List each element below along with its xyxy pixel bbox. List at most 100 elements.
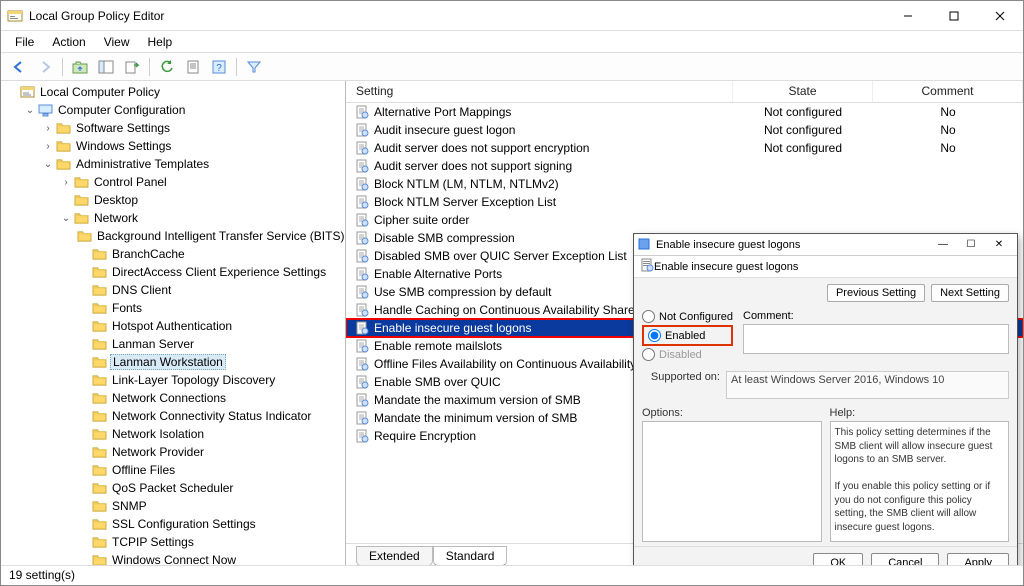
tree-item[interactable]: › Software Settings <box>1 119 345 137</box>
maximize-button[interactable] <box>931 1 977 31</box>
setting-row[interactable]: Block NTLM (LM, NTLM, NTLMv2) <box>346 175 1023 193</box>
minimize-button[interactable] <box>885 1 931 31</box>
policy-icon <box>354 176 370 192</box>
menu-help[interactable]: Help <box>140 33 181 51</box>
show-hide-console-tree-button[interactable] <box>94 56 118 78</box>
menu-view[interactable]: View <box>96 33 138 51</box>
next-setting-button[interactable]: Next Setting <box>931 284 1009 302</box>
svg-text:?: ? <box>216 63 222 74</box>
tree-item[interactable]: Network Connectivity Status Indicator <box>1 407 345 425</box>
folder-icon <box>91 426 107 442</box>
tree-item[interactable]: Fonts <box>1 299 345 317</box>
tree-item-label: Software Settings <box>74 121 172 135</box>
tree-item[interactable]: Desktop <box>1 191 345 209</box>
tree-item[interactable]: Lanman Workstation <box>1 353 345 371</box>
column-header-comment[interactable]: Comment <box>873 81 1023 102</box>
tree-item[interactable]: ⌄Administrative Templates <box>1 155 345 173</box>
setting-row[interactable]: Audit server does not support encryption… <box>346 139 1023 157</box>
export-list-button[interactable] <box>120 56 144 78</box>
dialog-buttons: OK Cancel Apply <box>634 546 1017 565</box>
dialog-header-text: Enable insecure guest logons <box>654 261 798 273</box>
policy-icon <box>354 284 370 300</box>
tree-item[interactable]: Hotspot Authentication <box>1 317 345 335</box>
tree-item[interactable]: Lanman Server <box>1 335 345 353</box>
setting-row[interactable]: Audit server does not support signing <box>346 157 1023 175</box>
tree-item[interactable]: SSL Configuration Settings <box>1 515 345 533</box>
setting-row[interactable]: Audit insecure guest logonNot configured… <box>346 121 1023 139</box>
tree-item[interactable]: SNMP <box>1 497 345 515</box>
comment-field[interactable] <box>743 324 1009 354</box>
chevron-right-icon[interactable]: › <box>41 123 55 134</box>
menu-file[interactable]: File <box>7 33 42 51</box>
column-header-setting[interactable]: Setting <box>346 81 733 102</box>
policy-icon <box>354 392 370 408</box>
back-button[interactable] <box>7 56 31 78</box>
tree-item[interactable]: DNS Client <box>1 281 345 299</box>
ok-button[interactable]: OK <box>813 553 863 565</box>
tree-item-label: Control Panel <box>92 175 169 189</box>
tree-item-label: Hotspot Authentication <box>110 319 234 333</box>
tree-item-label: Offline Files <box>110 463 177 477</box>
tree-item[interactable]: Network Connections <box>1 389 345 407</box>
help-button[interactable]: ? <box>207 56 231 78</box>
console-tree[interactable]: Local Computer Policy⌄Computer Configura… <box>1 81 345 565</box>
toolbar-separator <box>236 58 237 76</box>
tab-extended[interactable]: Extended <box>356 546 433 565</box>
folder-icon <box>91 480 107 496</box>
tree-item[interactable]: Network Provider <box>1 443 345 461</box>
policy-icon <box>354 248 370 264</box>
dialog-maximize-button[interactable]: ☐ <box>957 235 985 255</box>
radio-not-configured[interactable]: Not Configured <box>642 310 733 323</box>
previous-setting-button[interactable]: Previous Setting <box>827 284 925 302</box>
tree-item-label: Lanman Server <box>110 337 196 351</box>
dialog-minimize-button[interactable]: — <box>929 235 957 255</box>
apply-button[interactable]: Apply <box>947 553 1009 565</box>
refresh-button[interactable] <box>155 56 179 78</box>
up-button[interactable] <box>68 56 92 78</box>
close-button[interactable] <box>977 1 1023 31</box>
radio-enabled[interactable]: Enabled <box>648 329 727 342</box>
tree-item[interactable]: Local Computer Policy <box>1 83 345 101</box>
forward-button[interactable] <box>33 56 57 78</box>
tree-item[interactable]: TCPIP Settings <box>1 533 345 551</box>
tree-item[interactable]: Network Isolation <box>1 425 345 443</box>
chevron-down-icon[interactable]: ⌄ <box>59 213 73 224</box>
chevron-down-icon[interactable]: ⌄ <box>23 105 37 116</box>
tree-item[interactable]: Background Intelligent Transfer Service … <box>1 227 345 245</box>
tab-standard[interactable]: Standard <box>433 546 508 565</box>
tree-item-label: Fonts <box>110 301 144 315</box>
folder-icon <box>91 444 107 460</box>
tree-item[interactable]: ⌄Computer Configuration <box>1 101 345 119</box>
tree-item[interactable]: DirectAccess Client Experience Settings <box>1 263 345 281</box>
properties-button[interactable] <box>181 56 205 78</box>
policy-icon <box>354 356 370 372</box>
tree-item[interactable]: BranchCache <box>1 245 345 263</box>
chevron-down-icon[interactable]: ⌄ <box>41 159 55 170</box>
tree-item[interactable]: › Control Panel <box>1 173 345 191</box>
chevron-right-icon[interactable]: › <box>41 141 55 152</box>
folder-icon <box>91 390 107 406</box>
tree-item[interactable]: ⌄Network <box>1 209 345 227</box>
radio-disabled[interactable]: Disabled <box>642 348 733 361</box>
column-header-state[interactable]: State <box>733 81 873 102</box>
tree-item[interactable]: ›Windows Settings <box>1 137 345 155</box>
help-box[interactable]: This policy setting determines if the SM… <box>830 421 1010 542</box>
tree-item-label: Network Connections <box>110 391 228 405</box>
computer-icon <box>37 102 53 118</box>
folder-icon <box>73 174 89 190</box>
tree-item[interactable]: Windows Connect Now <box>1 551 345 565</box>
cancel-button[interactable]: Cancel <box>871 553 939 565</box>
setting-row[interactable]: Block NTLM Server Exception List <box>346 193 1023 211</box>
tree-item[interactable]: Link-Layer Topology Discovery <box>1 371 345 389</box>
filter-button[interactable] <box>242 56 266 78</box>
tree-item[interactable]: Offline Files <box>1 461 345 479</box>
chevron-right-icon[interactable]: › <box>59 177 73 188</box>
policy-icon <box>354 194 370 210</box>
menu-action[interactable]: Action <box>44 33 93 51</box>
tree-item[interactable]: QoS Packet Scheduler <box>1 479 345 497</box>
dialog-close-button[interactable]: ✕ <box>985 235 1013 255</box>
setting-row[interactable]: Alternative Port MappingsNot configuredN… <box>346 103 1023 121</box>
setting-row[interactable]: Cipher suite order <box>346 211 1023 229</box>
folder-icon <box>91 318 107 334</box>
setting-name: Cipher suite order <box>374 213 733 227</box>
